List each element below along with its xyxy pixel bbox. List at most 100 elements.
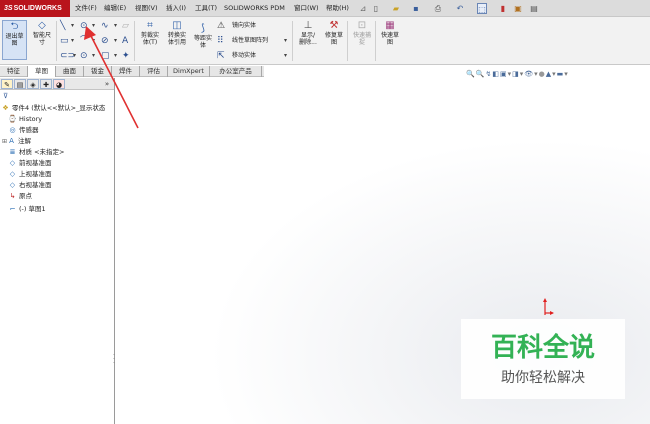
rapid-sketch-button[interactable]: ▦ 快速草 图 [378,20,402,46]
ds-logo-icon: 3S [4,5,13,12]
menu-pdm[interactable]: SOLIDWORKS PDM [224,0,285,17]
tree-front-plane[interactable]: ◇ 前视基准面 [8,158,52,168]
quick-snaps-icon: ⊡ [357,20,367,31]
sensor-icon: ◎ [9,126,16,134]
undo-icon[interactable]: ↶ [455,3,465,14]
tree-item-label: 右视基准面 [19,181,52,189]
linear-pattern-icon: ⠿ [217,36,224,46]
tab-office[interactable]: 办公室产品 [210,66,262,77]
new-document-icon[interactable]: ▯ [371,3,381,14]
options-icon[interactable]: ▤ [529,3,539,14]
origin-icon: ↳ [9,192,16,200]
tree-top-plane[interactable]: ◇ 上视基准面 [8,169,52,179]
dropdown-arrow-icon[interactable]: ▾ [73,51,76,61]
menu-tools[interactable]: 工具(T) [195,0,217,17]
menu-edit[interactable]: 编辑(E) [104,0,126,17]
repair-label-1: 修复草 [324,32,343,39]
tree-item-label: History [19,115,43,123]
tab-dimxpert[interactable]: DimXpert [168,66,210,77]
dimxpert-manager-tab-icon[interactable]: ✚ [40,79,52,89]
select-icon[interactable]: ⬚ [477,3,487,14]
smart-dimension-label-2: 寸 [38,39,45,46]
material-icon: ≣ [9,148,16,156]
line-icon[interactable]: ╲ [60,21,65,31]
move-icon: ⇱ [217,51,225,61]
display-delete-label-1: 显示/ [300,32,316,39]
repair-label-2: 图 [330,39,337,46]
tab-features[interactable]: 特征 [0,66,28,77]
exit-sketch-label-2: 图 [11,40,18,47]
separator [56,21,57,61]
dropdown-arrow-icon[interactable]: ▾ [71,36,74,46]
display-style-icon[interactable]: ◨ [512,70,520,78]
appearance-icon[interactable]: ● [539,70,546,78]
dropdown-arrow-icon[interactable]: ▾ [284,36,287,46]
tree-item-label: 传感器 [19,126,39,134]
offset-label-1: 等距实 [193,35,212,42]
separator [347,21,348,61]
dropdown-arrow-icon[interactable]: ▾ [564,70,569,78]
menu-view[interactable]: 视图(V) [135,0,158,17]
pin-icon[interactable]: ⊿ [358,3,368,14]
tree-origin[interactable]: ↳ 原点 [8,191,32,201]
tree-right-plane[interactable]: ◇ 右视基准面 [8,180,52,190]
smart-dimension-button[interactable]: ◇ 智能尺 寸 [29,20,55,46]
dropdown-arrow-icon[interactable]: ▾ [71,21,74,31]
print-icon[interactable]: ⎙ [433,3,443,14]
menu-file[interactable]: 文件(F) [75,0,97,17]
tree-item-label: 上视基准面 [19,170,52,178]
repair-sketch-button[interactable]: ⚒ 修复草 图 [322,20,346,46]
annotation-icon: A [9,137,14,145]
menu-help[interactable]: 帮助(H) [326,0,349,17]
watermark: 百科全说 助你轻松解决 [461,319,625,399]
convert-icon: ◫ [172,20,182,31]
history-icon: ⌚ [8,115,17,123]
tree-annotations[interactable]: ⊞ A 注解 [2,136,31,146]
display-manager-tab-icon[interactable]: ◕ [53,79,65,89]
feature-tree-tab-icon[interactable]: ✎ [1,79,13,89]
open-folder-icon[interactable]: ▰ [391,3,401,14]
rapid-sketch-label-1: 快速草 [380,32,399,39]
watermark-subtitle: 助你轻松解决 [501,370,585,386]
move-entities-button[interactable]: 移动实体 [232,51,256,61]
rebuild-icon[interactable]: ▮ [498,3,508,14]
save-icon[interactable]: ▪ [411,3,421,14]
tree-sketch1[interactable]: ⌐ (-) 草图1 [8,204,46,214]
convert-label-1: 转换实 [167,32,186,39]
plane-icon: ◇ [9,170,16,178]
display-delete-relations-button[interactable]: ⊥ 显示/ 删除... [295,20,321,46]
filter-icon[interactable]: ⊽ [3,92,13,101]
solidworks-logo[interactable]: 3SSOLIDWORKS [0,0,70,17]
property-manager-tab-icon[interactable]: ▤ [14,79,26,89]
tree-history[interactable]: ⌚ History [8,114,42,124]
offset-entities-button[interactable]: ⟆ 等距实 体 [191,23,215,49]
quick-snaps-label-2: 捉 [358,39,365,46]
offset-label-2: 体 [199,42,206,49]
dropdown-arrow-icon[interactable]: ▾ [284,51,287,61]
exit-sketch-label-1: 退出草 [5,33,24,40]
file-properties-icon[interactable]: ▣ [513,3,523,14]
menu-window[interactable]: 窗口(W) [294,0,319,17]
zoom-to-fit-icon[interactable]: 🔍 [466,70,476,78]
part-icon: ❖ [2,104,9,112]
tree-sensors[interactable]: ◎ 传感器 [8,125,39,135]
tree-item-label: 前视基准面 [19,159,52,167]
smart-dimension-icon: ◇ [38,20,46,31]
configuration-manager-tab-icon[interactable]: ◈ [27,79,39,89]
quick-snaps-button[interactable]: ⊡ 快速捕 捉 [350,20,374,46]
convert-entities-button[interactable]: ◫ 转换实 体引用 [164,20,190,46]
exit-sketch-icon: ⮌ [10,21,19,32]
menu-insert[interactable]: 插入(I) [166,0,186,17]
hide-show-items-icon[interactable]: 👁 [524,70,534,78]
sketch-origin-icon [543,298,554,315]
smart-dimension-label-1: 智能尺 [32,32,51,39]
tab-sketch[interactable]: 草图 [28,66,56,77]
linear-pattern-button[interactable]: 线性草图阵列 [232,36,268,46]
zoom-area-icon[interactable]: 🔍 [476,70,486,78]
mirror-entities-button[interactable]: 镜向实体 [232,21,256,31]
rectangle-icon[interactable]: ▭ [60,36,69,46]
section-view-icon[interactable]: ◧ [492,70,500,78]
view-orientation-icon[interactable]: ▣ [500,70,508,78]
exit-sketch-button[interactable]: ⮌ 退出草 图 [2,20,27,60]
tree-material[interactable]: ≣ 材质 <未指定> [8,147,65,157]
